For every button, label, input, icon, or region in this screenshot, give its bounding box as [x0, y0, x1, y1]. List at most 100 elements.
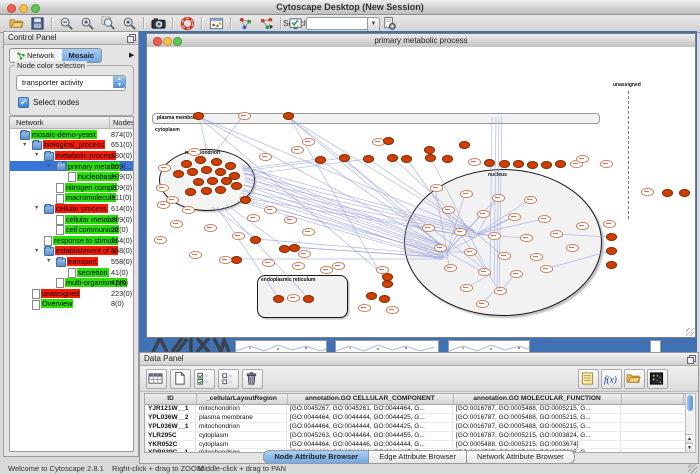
graph-node[interactable] — [382, 280, 393, 288]
view-close-button[interactable] — [153, 37, 162, 46]
graph-node[interactable] — [499, 160, 510, 168]
tree-row[interactable]: mosaic-demo-yeast874(0) — [10, 129, 133, 140]
graph-node[interactable] — [386, 306, 399, 314]
table-cell[interactable]: [GO:0045263, GO:0044464, GO:0044455, G..… — [287, 432, 453, 440]
open-file-button[interactable] — [8, 15, 25, 31]
graph-node[interactable] — [195, 156, 206, 164]
select-attributes-alt-button[interactable] — [218, 369, 239, 389]
graph-node[interactable] — [193, 112, 204, 120]
graph-node[interactable] — [363, 155, 374, 163]
graph-node[interactable] — [273, 295, 284, 303]
graph-node[interactable] — [576, 222, 589, 230]
graph-node[interactable] — [366, 292, 377, 300]
table-cell[interactable]: cytoplasm — [196, 432, 287, 440]
graph-node[interactable] — [315, 156, 326, 164]
table-cell[interactable]: YLR295C — [145, 432, 196, 440]
graph-node[interactable] — [279, 245, 290, 253]
column-header[interactable] — [621, 394, 684, 404]
graph-node[interactable] — [158, 164, 171, 172]
graph-node[interactable] — [238, 112, 251, 120]
zoom-window-button[interactable] — [31, 4, 40, 13]
formula-button[interactable]: f(x) — [601, 369, 622, 389]
dropdown-stepper-icon[interactable]: ▲▼ — [113, 76, 125, 88]
attribute-table-button[interactable] — [146, 369, 167, 389]
graph-node[interactable] — [170, 220, 183, 228]
scroll-up-button[interactable]: ▲ — [686, 434, 693, 443]
network-canvas[interactable]: plasma membrane cytoplasm mitochondrion … — [147, 47, 695, 337]
tree-row[interactable]: cell communicat22(0) — [10, 224, 133, 235]
expander-icon[interactable]: ▼ — [34, 152, 39, 158]
graph-node[interactable] — [157, 201, 170, 209]
graph-node[interactable] — [603, 220, 616, 228]
annotation-button[interactable] — [287, 15, 304, 31]
graph-node[interactable] — [477, 210, 490, 218]
zoom-selected-button[interactable] — [100, 15, 117, 31]
graph-node[interactable] — [320, 266, 333, 274]
tree-row[interactable]: cellular metabol209(0) — [10, 214, 133, 225]
graph-node[interactable] — [434, 244, 447, 252]
graph-node[interactable] — [291, 146, 304, 154]
node-color-dropdown[interactable]: transporter activity ▲▼ — [16, 75, 126, 91]
notepad-button[interactable] — [578, 369, 599, 389]
graph-node[interactable] — [181, 160, 192, 168]
graph-node[interactable] — [231, 256, 242, 264]
graph-node[interactable] — [376, 266, 389, 274]
graph-node[interactable] — [488, 232, 501, 240]
search-input[interactable] — [306, 17, 369, 30]
graph-node[interactable] — [662, 189, 673, 197]
graph-node[interactable] — [247, 214, 260, 222]
graph-node[interactable] — [576, 155, 589, 163]
table-cell[interactable]: YJR121W__1 — [145, 405, 196, 413]
graph-node[interactable] — [476, 300, 489, 308]
tree-row[interactable]: unassigned223(0) — [10, 288, 133, 299]
tree-row[interactable]: macromolecule311(0) — [10, 193, 133, 204]
graph-node[interactable] — [508, 213, 521, 221]
column-header[interactable]: annotation.GO MOLECULAR_FUNCTION — [453, 394, 622, 404]
import-attr-file-button[interactable] — [624, 369, 645, 389]
graph-node[interactable] — [484, 159, 495, 167]
graph-node[interactable] — [498, 252, 511, 260]
graph-node[interactable] — [173, 170, 184, 178]
tree-row[interactable]: ▼cellular process614(0) — [10, 203, 133, 214]
float-panel-icon[interactable] — [687, 355, 695, 363]
close-button[interactable] — [7, 4, 16, 13]
graph-node[interactable] — [641, 188, 654, 196]
tab-overflow-arrow[interactable]: ▶ — [129, 51, 134, 59]
graph-node[interactable] — [189, 251, 202, 259]
graph-node[interactable] — [527, 161, 538, 169]
expander-icon[interactable]: ▼ — [22, 142, 27, 148]
graph-node[interactable] — [379, 295, 390, 303]
tree-row[interactable]: nitrogen compo209(0) — [10, 182, 133, 193]
graph-node[interactable] — [492, 194, 505, 202]
app-resize-grip[interactable] — [688, 464, 697, 473]
graph-node[interactable] — [201, 166, 212, 174]
table-cell[interactable]: mitochondrion — [196, 423, 287, 431]
graph-node[interactable] — [302, 228, 315, 236]
tree-row[interactable]: ▼transport558(0) — [10, 256, 133, 267]
graph-node[interactable] — [464, 248, 477, 256]
graph-node[interactable] — [478, 268, 491, 276]
graph-node[interactable] — [211, 158, 222, 166]
graph-node[interactable] — [550, 230, 563, 238]
graph-node[interactable] — [215, 186, 226, 194]
graph-node[interactable] — [332, 262, 345, 270]
graph-node[interactable] — [283, 112, 294, 120]
table-cell[interactable]: [GO:0045267, GO:0045261, GO:0044464, G..… — [287, 405, 453, 413]
column-header[interactable]: ID — [145, 394, 197, 404]
network-window-titlebar[interactable]: primary metabolic process — [147, 34, 695, 48]
graph-node[interactable] — [289, 244, 300, 252]
graph-node[interactable] — [358, 304, 371, 312]
table-cell[interactable]: [GO:0044464, GO:0044444, GO:0044425, G..… — [287, 414, 453, 422]
save-button[interactable] — [29, 15, 46, 31]
graph-node[interactable] — [460, 284, 473, 292]
table-row[interactable]: YKR052Ccytoplasm[GO:0044464, GO:0044446,… — [145, 441, 685, 450]
graph-node[interactable] — [207, 177, 218, 185]
table-row[interactable]: YPL036W__1mitochondrion[GO:0044464, GO:0… — [145, 423, 685, 432]
graph-node[interactable] — [442, 155, 453, 163]
graph-node[interactable] — [442, 206, 455, 214]
graph-node[interactable] — [430, 184, 443, 192]
import-network-button[interactable] — [237, 15, 254, 31]
browse-attributes-button[interactable] — [381, 15, 398, 31]
graph-node[interactable] — [540, 265, 553, 273]
graph-node[interactable] — [259, 153, 272, 161]
